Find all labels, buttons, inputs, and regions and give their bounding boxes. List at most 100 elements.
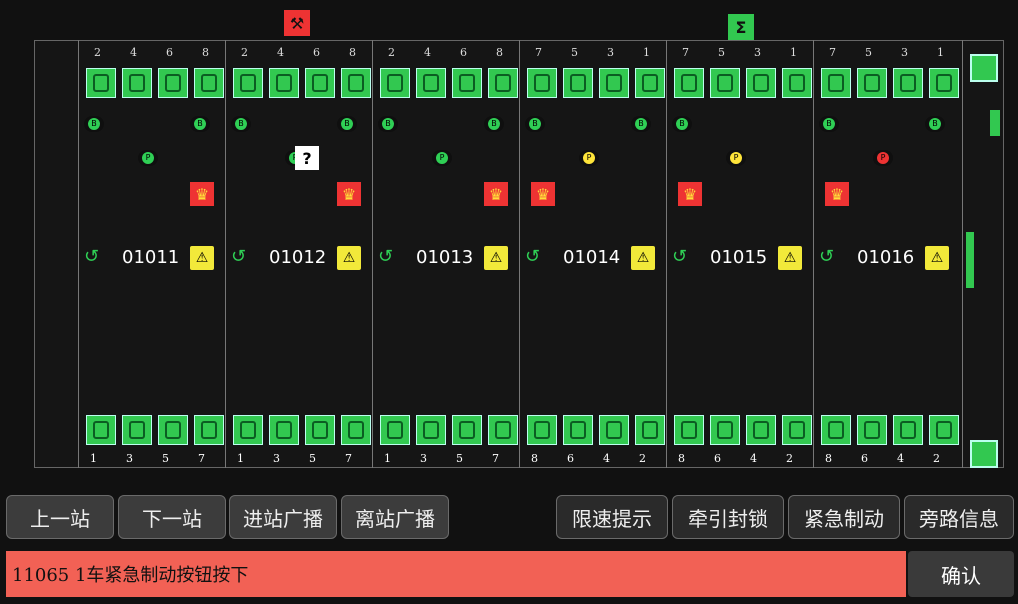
door-number-bottom: 4 [603,452,610,465]
door-number-bottom: 1 [237,452,244,465]
door-bottom[interactable] [158,415,188,445]
alarm-message: 11065 1车紧急制动按钮按下 [6,551,906,597]
door-top[interactable] [488,68,518,98]
door-bottom[interactable] [563,415,593,445]
brake-right: B [925,116,945,132]
prev-station-button[interactable]: 上一站 [6,495,114,539]
door-top[interactable] [746,68,776,98]
door-number-bottom: 5 [162,452,169,465]
door-bottom[interactable] [929,415,959,445]
door-number-top: 1 [643,46,650,59]
crown-icon: ♛ [337,182,361,206]
crown-icon: ♛ [484,182,508,206]
door-top[interactable] [527,68,557,98]
door-bottom[interactable] [893,415,923,445]
door-number-bottom: 5 [309,452,316,465]
door-bottom[interactable] [674,415,704,445]
door-bottom[interactable] [488,415,518,445]
door-top[interactable] [86,68,116,98]
door-number-bottom: 3 [420,452,427,465]
tool-icon: ⚒ [284,10,310,36]
door-top[interactable] [452,68,482,98]
door-bottom[interactable] [746,415,776,445]
door-bottom[interactable] [269,415,299,445]
parking-brake: P [726,150,746,166]
door-top[interactable] [893,68,923,98]
door-top[interactable] [857,68,887,98]
alert-icon: ⚠ [778,246,802,270]
door-bottom[interactable] [635,415,665,445]
door-top[interactable] [341,68,371,98]
brake-left: B [231,116,251,132]
crown-icon: ♛ [678,182,702,206]
crown-icon: ♛ [190,182,214,206]
bypass-info-button[interactable]: 旁路信息 [904,495,1014,539]
right-scroll-bottom-icon[interactable] [970,440,998,468]
departure-broadcast-button[interactable]: 离站广播 [341,495,449,539]
door-number-bottom: 4 [897,452,904,465]
car-id: 01011 [122,247,180,268]
door-top[interactable] [416,68,446,98]
door-top[interactable] [929,68,959,98]
door-number-bottom: 6 [714,452,721,465]
door-bottom[interactable] [305,415,335,445]
door-bottom[interactable] [194,415,224,445]
confirm-button[interactable]: 确认 [908,551,1014,597]
door-number-bottom: 5 [456,452,463,465]
door-top[interactable] [305,68,335,98]
car-id: 01012 [269,247,327,268]
refresh-icon: ↺ [84,246,100,267]
door-bottom[interactable] [452,415,482,445]
speed-limit-button[interactable]: 限速提示 [556,495,668,539]
brake-left: B [525,116,545,132]
door-bottom[interactable] [821,415,851,445]
door-number-bottom: 3 [126,452,133,465]
door-bottom[interactable] [710,415,740,445]
sigma-icon: Σ [728,14,754,40]
door-top[interactable] [782,68,812,98]
emergency-brake-button[interactable]: 紧急制动 [788,495,900,539]
traction-lock-button[interactable]: 牵引封锁 [672,495,784,539]
door-bottom[interactable] [380,415,410,445]
door-bottom[interactable] [341,415,371,445]
door-bottom[interactable] [416,415,446,445]
door-top[interactable] [122,68,152,98]
parking-brake: P [138,150,158,166]
door-bottom[interactable] [122,415,152,445]
door-top[interactable] [821,68,851,98]
door-number-top: 5 [718,46,725,59]
door-number-bottom: 2 [639,452,646,465]
next-station-button[interactable]: 下一站 [118,495,226,539]
alert-icon: ⚠ [190,246,214,270]
brake-right: B [631,116,651,132]
door-top[interactable] [233,68,263,98]
right-scroll-thumb-top[interactable] [990,110,1000,136]
door-top[interactable] [563,68,593,98]
door-number-bottom: 6 [567,452,574,465]
door-top[interactable] [269,68,299,98]
door-bottom[interactable] [599,415,629,445]
door-top[interactable] [194,68,224,98]
door-top[interactable] [380,68,410,98]
door-top[interactable] [674,68,704,98]
door-top[interactable] [635,68,665,98]
door-number-top: 2 [94,46,101,59]
door-bottom[interactable] [527,415,557,445]
arrival-broadcast-button[interactable]: 进站广播 [229,495,337,539]
alert-icon: ⚠ [337,246,361,270]
door-top[interactable] [599,68,629,98]
right-scroll-thumb-mid[interactable] [966,232,974,288]
refresh-icon: ↺ [231,246,247,267]
door-number-top: 7 [535,46,542,59]
door-top[interactable] [710,68,740,98]
door-bottom[interactable] [233,415,263,445]
brake-left: B [672,116,692,132]
door-number-top: 2 [388,46,395,59]
door-bottom[interactable] [857,415,887,445]
door-bottom[interactable] [782,415,812,445]
door-bottom[interactable] [86,415,116,445]
door-top[interactable] [158,68,188,98]
brake-right: B [337,116,357,132]
door-number-bottom: 1 [384,452,391,465]
right-scroll-top-icon[interactable] [970,54,998,82]
